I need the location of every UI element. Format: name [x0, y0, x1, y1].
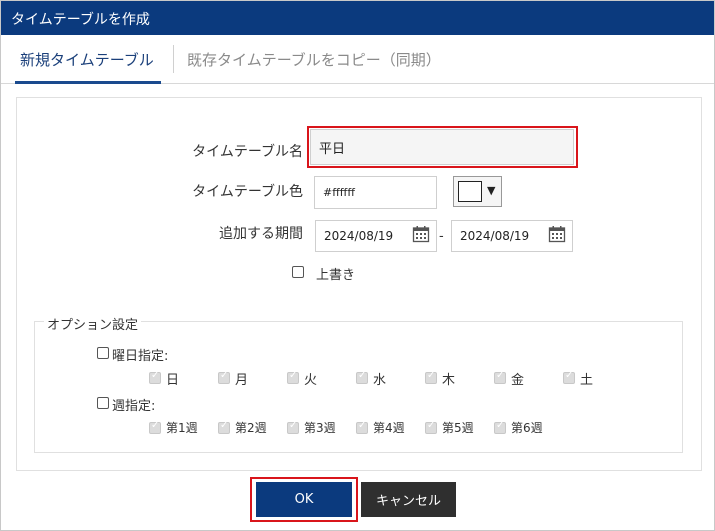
day-label-mon: 月	[235, 373, 249, 388]
dropdown-arrow-icon: ▼	[487, 184, 496, 197]
dialog-title: タイムテーブルを作成	[11, 12, 150, 28]
week-checkbox-3[interactable]	[287, 420, 299, 434]
day-label-sat: 土	[580, 373, 594, 388]
day-checkbox-sat[interactable]	[563, 370, 575, 384]
day-label-sun: 日	[166, 373, 180, 388]
day-label-fri: 金	[511, 373, 525, 388]
dialog-titlebar: タイムテーブルを作成	[1, 1, 714, 35]
color-picker-button[interactable]: ▼	[453, 176, 502, 207]
week-label-6: 第6週	[511, 421, 543, 435]
day-label-tue: 火	[304, 373, 318, 388]
day-checkbox-tue[interactable]	[287, 370, 299, 384]
active-tab-indicator	[15, 81, 161, 84]
tab-divider	[173, 45, 174, 73]
week-checkbox[interactable]	[97, 397, 109, 409]
date-range-separator: -	[439, 229, 444, 244]
end-calendar-icon[interactable]	[548, 225, 566, 243]
timetable-color-input[interactable]: #ffffff	[314, 176, 437, 209]
week-label-4: 第4週	[373, 421, 405, 435]
tab-new-timetable[interactable]: 新規タイムテーブル	[20, 49, 154, 70]
options-legend: オプション設定	[44, 314, 142, 333]
day-checkbox-fri[interactable]	[494, 370, 506, 384]
day-checkbox-mon[interactable]	[218, 370, 230, 384]
day-checkbox-wed[interactable]	[356, 370, 368, 384]
overwrite-checkbox[interactable]	[292, 266, 304, 278]
week-checkbox-5[interactable]	[425, 420, 437, 434]
ok-button-highlight	[250, 477, 358, 522]
week-label-1: 第1週	[166, 421, 198, 435]
day-label-thu: 木	[442, 373, 456, 388]
week-label-5: 第5週	[442, 421, 474, 435]
week-checkbox-1[interactable]	[149, 420, 161, 434]
weekday-checkbox[interactable]	[97, 347, 109, 359]
week-checkbox-6[interactable]	[494, 420, 506, 434]
create-timetable-dialog: タイムテーブルを作成 新規タイムテーブル 既存タイムテーブルをコピー（同期） タ…	[0, 0, 715, 531]
week-label-2: 第2週	[235, 421, 267, 435]
tab-bar: 新規タイムテーブル 既存タイムテーブルをコピー（同期）	[1, 35, 714, 84]
name-field-highlight	[307, 126, 578, 168]
start-calendar-icon[interactable]	[412, 225, 430, 243]
week-checkbox-2[interactable]	[218, 420, 230, 434]
day-label-wed: 水	[373, 373, 387, 388]
cancel-button[interactable]: キャンセル	[361, 482, 456, 517]
period-label: 追加する期間	[219, 226, 303, 242]
start-date-value: 2024/08/19	[324, 229, 394, 243]
weekday-label: 曜日指定:	[112, 349, 169, 364]
day-checkbox-thu[interactable]	[425, 370, 437, 384]
color-swatch	[458, 181, 482, 202]
tab-copy-timetable[interactable]: 既存タイムテーブルをコピー（同期）	[187, 49, 441, 70]
day-checkbox-sun[interactable]	[149, 370, 161, 384]
end-date-value: 2024/08/19	[460, 229, 530, 243]
timetable-color-label: タイムテーブル色	[192, 184, 303, 200]
week-label-3: 第3週	[304, 421, 336, 435]
week-checkbox-4[interactable]	[356, 420, 368, 434]
week-label: 週指定:	[112, 399, 156, 414]
timetable-name-label: タイムテーブル名	[192, 144, 303, 160]
overwrite-label: 上書き	[316, 268, 356, 283]
